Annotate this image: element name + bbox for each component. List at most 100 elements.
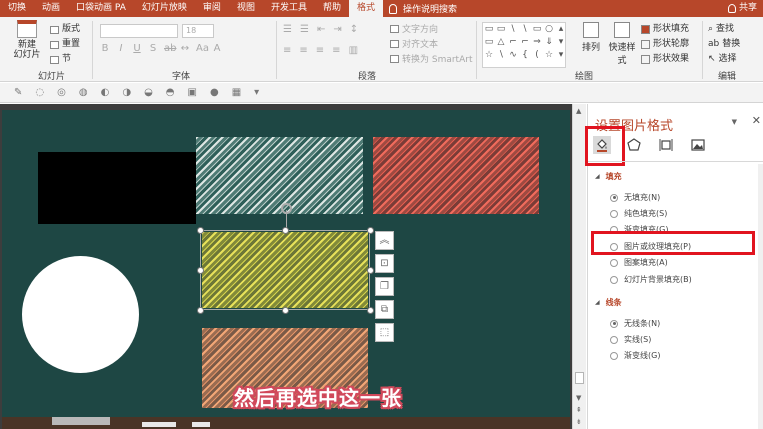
tab-view[interactable]: 视图 <box>229 0 263 17</box>
close-icon[interactable]: ✕ <box>752 114 761 127</box>
tab-help[interactable]: 帮助 <box>315 0 349 17</box>
text-direction-button[interactable]: 文字方向 <box>390 22 438 35</box>
intersect-icon[interactable]: ◒ <box>144 87 153 98</box>
white-circle-shape[interactable] <box>22 256 139 373</box>
tab-format[interactable]: 格式 <box>348 0 383 17</box>
tab-pocket-animation[interactable]: 口袋动画 PA <box>68 0 134 17</box>
scroll-down-icon[interactable]: ▾ <box>555 36 567 49</box>
paste-icon[interactable]: ⧉ <box>375 300 394 319</box>
connector-shape-icon[interactable]: ⌐ <box>519 36 531 49</box>
italic-icon[interactable]: I <box>116 43 126 54</box>
reset-button[interactable]: 重置 <box>50 37 80 52</box>
spacing-icon[interactable]: ↔ <box>180 43 190 54</box>
bracket-shape-icon[interactable]: ( <box>531 49 543 62</box>
red-hatch-image[interactable] <box>373 137 539 214</box>
copy-icon[interactable]: ❐ <box>375 277 394 296</box>
star-shape-icon[interactable]: ☆ <box>543 49 555 62</box>
fill-option-no-fill[interactable]: 无填充(N) <box>610 192 660 203</box>
line-shape-icon[interactable]: \ <box>519 23 531 36</box>
decrease-indent-icon[interactable]: ⇤ <box>317 24 325 35</box>
font-name-combobox[interactable] <box>100 24 178 38</box>
tab-transitions[interactable]: 切换 <box>0 0 34 17</box>
pane-scrollbar[interactable] <box>758 164 763 429</box>
shadow-icon[interactable]: S <box>148 43 158 54</box>
resize-handle[interactable] <box>197 267 204 274</box>
quick-styles-button[interactable]: 快速样式 <box>605 22 639 66</box>
align-left-icon[interactable]: ≡ <box>283 45 291 56</box>
replace-button[interactable]: ab 替换 <box>708 37 740 52</box>
strikethrough-icon[interactable]: ab <box>164 43 176 54</box>
section-button[interactable]: 节 <box>50 52 80 67</box>
rotation-handle[interactable] <box>281 203 292 214</box>
line-option-gradient[interactable]: 渐变线(G) <box>610 350 660 361</box>
tab-developer[interactable]: 开发工具 <box>263 0 315 17</box>
customize-qat-icon[interactable]: ▾ <box>254 87 259 98</box>
connector-shape-icon[interactable]: ⌐ <box>507 36 519 49</box>
columns-icon[interactable]: ▥ <box>349 45 358 56</box>
fragment-icon[interactable]: ◑ <box>122 87 131 98</box>
scroll-down-arrow-icon[interactable]: ▼ <box>576 394 581 402</box>
picture-tab[interactable] <box>689 136 707 154</box>
size-properties-tab[interactable] <box>657 136 675 154</box>
font-size-combobox[interactable]: 18 <box>182 24 214 38</box>
pane-options-icon[interactable]: ▼ <box>732 118 737 126</box>
resize-handle[interactable] <box>367 307 374 314</box>
shape-outline-button[interactable]: 形状轮廓 <box>641 37 689 52</box>
align-center-icon[interactable]: ≡ <box>299 45 307 56</box>
resize-handle[interactable] <box>367 227 374 234</box>
union-icon[interactable]: ◍ <box>79 87 88 98</box>
layout-options-icon[interactable]: ︽ <box>375 231 394 250</box>
tab-animations[interactable]: 动画 <box>34 0 68 17</box>
more-icon[interactable]: ▾ <box>555 49 567 62</box>
new-slide-button[interactable]: 新建 幻灯片 <box>10 20 44 60</box>
tab-review[interactable]: 审阅 <box>195 0 229 17</box>
fill-option-slide-background[interactable]: 幻灯片背景填充(B) <box>610 274 692 285</box>
case-icon[interactable]: Aa <box>196 43 209 54</box>
resize-handle[interactable] <box>197 307 204 314</box>
curve-shape-icon[interactable]: ∖ <box>495 49 507 62</box>
line-option-no-line[interactable]: 无线条(N) <box>610 318 660 329</box>
scroll-up-arrow-icon[interactable]: ▲ <box>576 107 581 115</box>
effects-tab[interactable] <box>625 136 643 154</box>
resize-handle[interactable] <box>282 307 289 314</box>
resize-handle[interactable] <box>282 227 289 234</box>
scroll-up-icon[interactable]: ▴ <box>555 23 567 36</box>
triangle-shape-icon[interactable]: △ <box>495 36 507 49</box>
rect-shape-icon[interactable]: ▭ <box>483 36 495 49</box>
shape-icon[interactable]: ● <box>210 87 219 98</box>
line-option-solid[interactable]: 实线(S) <box>610 334 651 345</box>
increase-indent-icon[interactable]: ⇥ <box>333 24 341 35</box>
line-spacing-icon[interactable]: ↕ <box>350 24 358 35</box>
merge-shapes-icon[interactable]: ◎ <box>57 87 66 98</box>
white-hatch-image[interactable] <box>196 137 363 214</box>
shapes-gallery[interactable]: ▭ ▭ \ \ ▭ ○ ▴ ▭ △ ⌐ ⌐ ⇒ ⇓ ▾ ☆ ∖ ∿{(☆ ▾ <box>482 22 566 68</box>
layout-button[interactable]: 版式 <box>50 22 80 37</box>
resize-handle[interactable] <box>367 267 374 274</box>
select-button[interactable]: ↖ 选择 <box>708 52 740 67</box>
combine-icon[interactable]: ◐ <box>101 87 110 98</box>
line-shape-icon[interactable]: \ <box>507 23 519 36</box>
grid-icon[interactable]: ▦ <box>232 87 241 98</box>
crop-icon[interactable]: ⬚ <box>375 323 394 342</box>
vertical-scrollbar[interactable]: ▲ ▼ ⇞ ⇟ <box>572 104 586 429</box>
group-icon[interactable]: ▣ <box>188 87 197 98</box>
arrow-shape-icon[interactable]: ⇒ <box>531 36 543 49</box>
brace-shape-icon[interactable]: { <box>519 49 531 62</box>
bold-icon[interactable]: B <box>100 43 110 54</box>
slide-canvas[interactable]: ︽ ⊡ ❐ ⧉ ⬚ 然后再选中这一张 <box>2 110 570 429</box>
arrange-button[interactable]: 排列 <box>580 22 602 53</box>
curve-shape-icon[interactable]: ∿ <box>507 49 519 62</box>
fill-option-solid[interactable]: 纯色填充(S) <box>610 208 667 219</box>
fill-section-header[interactable]: ◢ 填充 <box>595 171 622 182</box>
justify-icon[interactable]: ≡ <box>332 45 340 56</box>
arrow-shape-icon[interactable]: ⇓ <box>543 36 555 49</box>
convert-smartart-button[interactable]: 转换为 SmartArt <box>390 52 472 65</box>
share-button[interactable]: 共享 <box>727 0 757 17</box>
image-style-icon[interactable]: ⊡ <box>375 254 394 273</box>
underline-icon[interactable]: U <box>132 43 142 54</box>
rect-shape-icon[interactable]: ▭ <box>531 23 543 36</box>
shape-fill-button[interactable]: 形状填充 <box>641 22 689 37</box>
numbering-icon[interactable]: ☰ <box>300 24 309 35</box>
resize-handle[interactable] <box>197 227 204 234</box>
star-shape-icon[interactable]: ☆ <box>483 49 495 62</box>
